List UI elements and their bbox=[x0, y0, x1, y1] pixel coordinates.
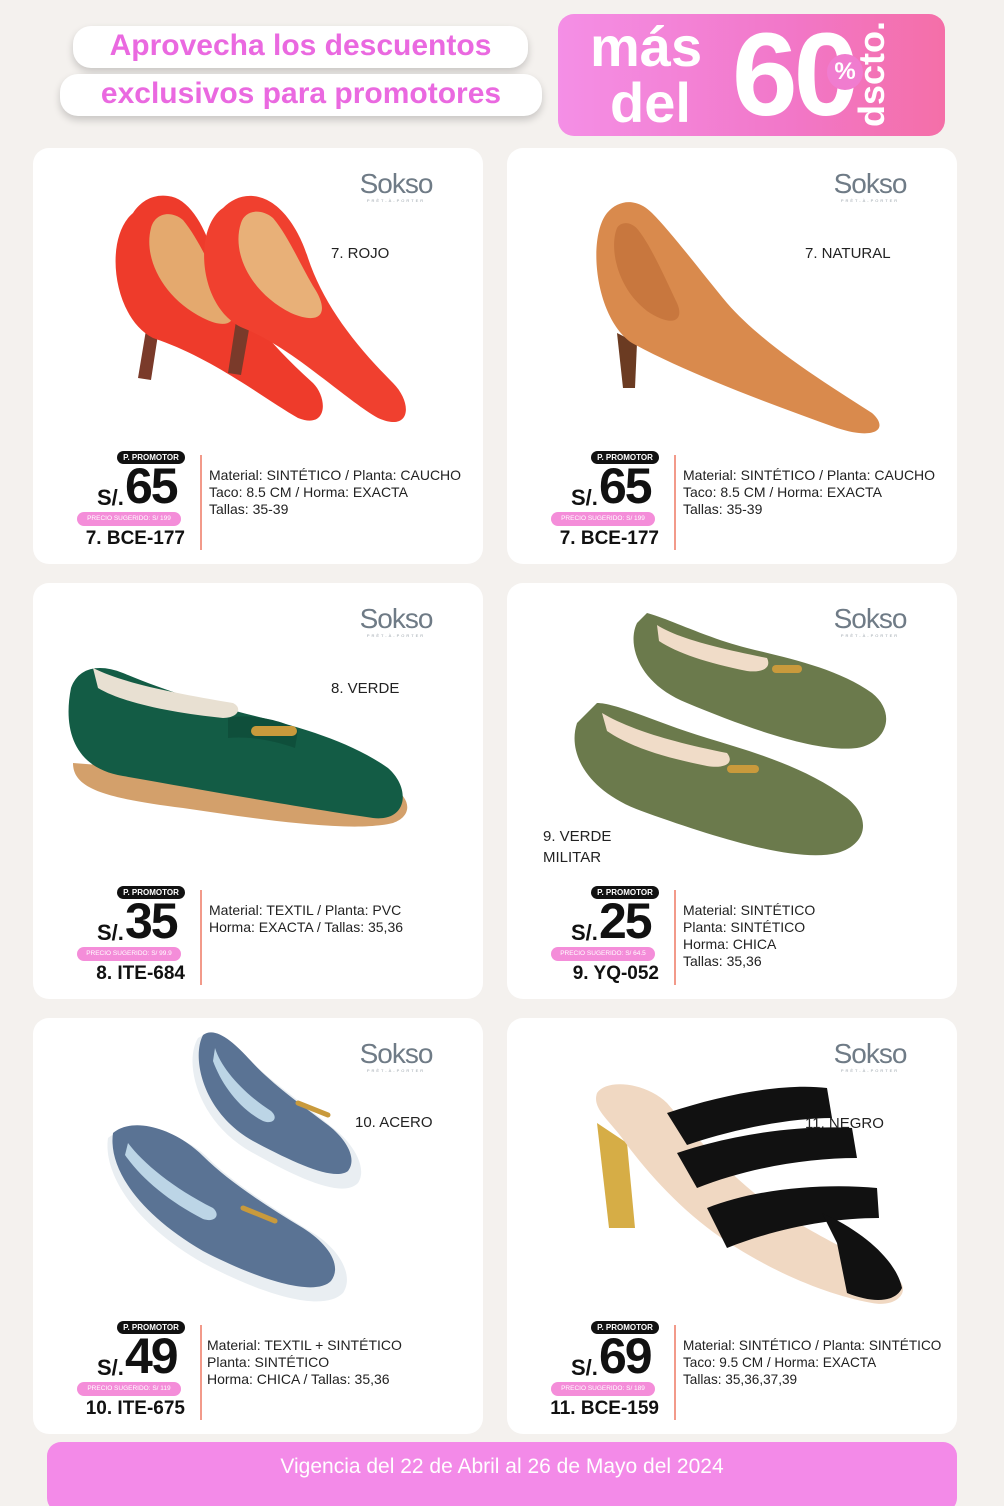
brand-tagline: PRÊT-À-PORTER bbox=[366, 633, 426, 638]
currency-symbol: S/. bbox=[571, 485, 598, 510]
sokso-logo: Sokso PRÊT-À-PORTER bbox=[355, 170, 437, 204]
spec-line: Material: TEXTIL / Planta: PVC bbox=[209, 902, 402, 918]
promotor-price: 25 bbox=[599, 893, 653, 949]
spec-line: Horma: CHICA bbox=[683, 936, 777, 952]
product-code: 8. ITE-684 bbox=[96, 963, 185, 984]
red-pumps-image bbox=[115, 195, 406, 423]
headline-line-2: exclusivos para promotores bbox=[60, 74, 542, 116]
product-specs: Material: SINTÉTICO / Planta: CAUCHO Tac… bbox=[683, 467, 935, 518]
color-label: 11. NEGRO bbox=[805, 1115, 884, 1132]
badge-word-mas: más bbox=[590, 15, 703, 78]
brand-name: Sokso bbox=[359, 603, 434, 634]
product-specs: Material: SINTÉTICO / Planta: CAUCHO Tac… bbox=[209, 467, 461, 518]
product-card-4: Sokso PRÊT-À-PORTER 9. VERDE MILITAR P. … bbox=[507, 583, 957, 999]
color-label-line-2: MILITAR bbox=[543, 849, 602, 866]
spec-line: Material: SINTÉTICO / Planta: CAUCHO bbox=[209, 467, 462, 483]
brand-name: Sokso bbox=[833, 168, 908, 199]
color-label: 7. NATURAL bbox=[805, 245, 891, 262]
spec-line: Tallas: 35,36,37,39 bbox=[683, 1372, 798, 1387]
product-specs: Material: TEXTIL / Planta: PVC Horma: EX… bbox=[209, 902, 403, 936]
suggested-price: PRECIO SUGERIDO: S/ 99.9 bbox=[77, 947, 181, 961]
brand-name: Sokso bbox=[833, 1038, 908, 1069]
badge-word-dscto: dscto. bbox=[851, 21, 892, 128]
product-specs: Material: SINTÉTICO Planta: SINTÉTICO Ho… bbox=[683, 902, 815, 970]
promotor-price: 35 bbox=[125, 893, 179, 949]
divider bbox=[200, 890, 202, 985]
validity-banner: Vigencia del 22 de Abril al 26 de Mayo d… bbox=[47, 1442, 957, 1506]
black-strap-sandal-image bbox=[596, 1084, 903, 1304]
product-specs: Material: SINTÉTICO / Planta: SINTÉTICO … bbox=[683, 1337, 941, 1388]
currency-symbol: S/. bbox=[571, 920, 598, 945]
color-label-line-1: 9. VERDE bbox=[543, 828, 612, 845]
product-card-2: Sokso PRÊT-À-PORTER 7. NATURAL P. PROMOT… bbox=[507, 148, 957, 564]
divider bbox=[674, 455, 676, 550]
divider bbox=[674, 1325, 676, 1420]
spec-line: Material: SINTÉTICO / Planta: CAUCHO bbox=[683, 467, 936, 483]
sokso-logo: Sokso PRÊT-À-PORTER bbox=[355, 605, 437, 639]
product-code: 7. BCE-177 bbox=[559, 528, 659, 549]
currency-symbol: S/. bbox=[97, 485, 124, 510]
promotor-price: 49 bbox=[125, 1328, 179, 1384]
spec-line: Planta: SINTÉTICO bbox=[683, 919, 806, 935]
tan-pump-image bbox=[596, 202, 880, 434]
brand-tagline: PRÊT-À-PORTER bbox=[840, 198, 900, 203]
suggested-price: PRECIO SUGERIDO: S/ 64.5 bbox=[551, 947, 655, 961]
divider bbox=[674, 890, 676, 985]
spec-line: Taco: 8.5 CM / Horma: EXACTA bbox=[209, 484, 408, 500]
spec-line: Tallas: 35,36 bbox=[683, 953, 762, 969]
product-code: 7. BCE-177 bbox=[85, 528, 185, 549]
brand-tagline: PRÊT-À-PORTER bbox=[840, 1068, 900, 1073]
sokso-logo: Sokso PRÊT-À-PORTER bbox=[355, 1040, 437, 1074]
spec-line: Tallas: 35-39 bbox=[683, 501, 763, 517]
divider bbox=[200, 455, 202, 550]
color-label: 9. VERDE MILITAR bbox=[543, 826, 611, 868]
product-card-3: Sokso PRÊT-À-PORTER 8. VERDE P. PROMOTOR… bbox=[33, 583, 483, 999]
sokso-logo: Sokso PRÊT-À-PORTER bbox=[829, 1040, 911, 1074]
brand-name: Sokso bbox=[359, 168, 434, 199]
brand-tagline: PRÊT-À-PORTER bbox=[366, 1068, 426, 1073]
sokso-logo: Sokso PRÊT-À-PORTER bbox=[829, 605, 911, 639]
promotor-price: 69 bbox=[599, 1328, 653, 1384]
promotor-price: 65 bbox=[599, 458, 653, 514]
divider bbox=[200, 1325, 202, 1420]
spec-line: Planta: SINTÉTICO bbox=[207, 1354, 330, 1370]
product-specs: Material: TEXTIL + SINTÉTICO Planta: SIN… bbox=[207, 1337, 402, 1388]
spec-line: Material: SINTÉTICO bbox=[683, 902, 816, 918]
spec-line: Material: SINTÉTICO / Planta: SINTÉTICO bbox=[683, 1338, 942, 1353]
olive-loafers-image bbox=[574, 613, 887, 856]
spec-line: Horma: EXACTA / Tallas: 35,36 bbox=[209, 919, 404, 935]
currency-symbol: S/. bbox=[571, 1355, 598, 1380]
product-card-5: Sokso PRÊT-À-PORTER 10. ACERO P. PROMOTO… bbox=[33, 1018, 483, 1434]
blue-loafers-image bbox=[107, 1032, 362, 1302]
product-code: 9. YQ-052 bbox=[572, 963, 659, 984]
brand-name: Sokso bbox=[833, 603, 908, 634]
brand-name: Sokso bbox=[359, 1038, 434, 1069]
brand-tagline: PRÊT-À-PORTER bbox=[366, 198, 426, 203]
currency-symbol: S/. bbox=[97, 1355, 124, 1380]
suggested-price: PRECIO SUGERIDO: S/ 119 bbox=[77, 1382, 181, 1396]
badge-word-del: del bbox=[610, 71, 691, 134]
currency-symbol: S/. bbox=[97, 920, 124, 945]
spec-line: Taco: 8.5 CM / Horma: EXACTA bbox=[683, 484, 882, 500]
brand-tagline: PRÊT-À-PORTER bbox=[840, 633, 900, 638]
promotor-price: 65 bbox=[125, 458, 179, 514]
suggested-price: PRECIO SUGERIDO: S/ 199 bbox=[551, 512, 655, 526]
product-code: 11. BCE-159 bbox=[550, 1398, 659, 1419]
suggested-price: PRECIO SUGERIDO: S/ 189 bbox=[551, 1382, 655, 1396]
sokso-logo: Sokso PRÊT-À-PORTER bbox=[829, 170, 911, 204]
color-label: 10. ACERO bbox=[355, 1114, 433, 1131]
headline-line-1: Aprovecha los descuentos bbox=[73, 26, 528, 68]
color-label: 7. ROJO bbox=[331, 245, 390, 262]
spec-line: Taco: 9.5 CM / Horma: EXACTA bbox=[683, 1355, 877, 1370]
spec-line: Tallas: 35-39 bbox=[209, 501, 289, 517]
product-card-6: Sokso PRÊT-À-PORTER 11. NEGRO P. PROMOTO… bbox=[507, 1018, 957, 1434]
product-card-1: Sokso PRÊT-À-PORTER 7. ROJO P. PROMOTOR … bbox=[33, 148, 483, 564]
spec-line: Horma: CHICA / Tallas: 35,36 bbox=[207, 1371, 390, 1387]
suggested-price: PRECIO SUGERIDO: S/ 199 bbox=[77, 512, 181, 526]
discount-badge: más del 60 % dscto. bbox=[558, 14, 945, 136]
spec-line: Material: TEXTIL + SINTÉTICO bbox=[207, 1337, 402, 1353]
product-code: 10. ITE-675 bbox=[85, 1398, 185, 1419]
color-label: 8. VERDE bbox=[331, 680, 400, 697]
